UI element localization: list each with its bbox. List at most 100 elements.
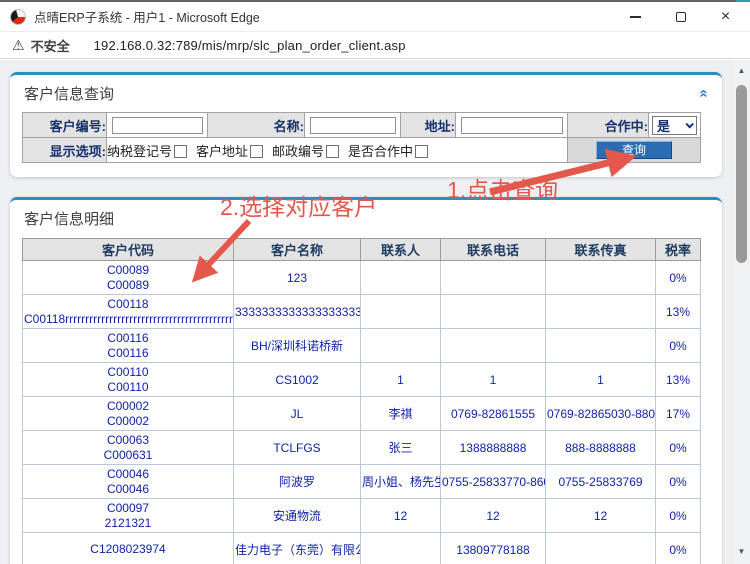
cell-customer-name[interactable]: 佳力电子（东莞）有限公司 <box>234 533 361 564</box>
detail-panel-header: 客户信息明细 <box>10 200 722 229</box>
cell-tax-rate[interactable]: 0% <box>656 499 701 533</box>
cell-contact[interactable] <box>361 261 441 295</box>
query-panel: 客户信息查询 « 客户编号: 名称: 地址: 合作中: <box>10 72 722 177</box>
security-label[interactable]: 不安全 <box>31 36 70 55</box>
table-row[interactable]: C00002C00002JL李祺0769-828615550769-828650… <box>23 397 701 431</box>
window-title: 点晴ERP子系统 - 用户1 - Microsoft Edge <box>34 7 260 26</box>
cell-contact[interactable] <box>361 329 441 363</box>
display-options: 纳税登记号客户地址邮政编号是否合作中 <box>107 138 568 163</box>
cell-customer-name[interactable]: 阿波罗 <box>234 465 361 499</box>
cell-phone[interactable]: 1388888888 <box>441 431 546 465</box>
cell-phone[interactable] <box>441 295 546 329</box>
collapse-panel-icon[interactable]: « <box>695 89 712 97</box>
cell-fax[interactable]: 888-8888888 <box>546 431 656 465</box>
cell-phone[interactable]: 0755-25833770-860 <box>441 465 546 499</box>
name-label: 名称: <box>208 113 305 138</box>
cell-customer-code[interactable]: C1208023974 <box>23 533 234 564</box>
display-option-checkbox[interactable] <box>250 145 263 158</box>
customer-code-input[interactable] <box>112 117 203 134</box>
display-option-label: 邮政编号 <box>272 144 324 159</box>
cell-fax[interactable]: 12 <box>546 499 656 533</box>
cell-phone[interactable]: 1 <box>441 363 546 397</box>
cell-phone[interactable]: 0769-82861555 <box>441 397 546 431</box>
query-form-row-2: 显示选项: 纳税登记号客户地址邮政编号是否合作中 查询 <box>23 138 701 163</box>
close-button[interactable]: × <box>703 2 748 31</box>
cell-fax[interactable] <box>546 329 656 363</box>
cell-customer-code[interactable]: C00002C00002 <box>23 397 234 431</box>
address-input[interactable] <box>461 117 563 134</box>
cell-customer-code[interactable]: C00063C000631 <box>23 431 234 465</box>
cell-fax[interactable]: 1 <box>546 363 656 397</box>
cell-customer-name[interactable]: CS1002 <box>234 363 361 397</box>
cell-contact[interactable]: 12 <box>361 499 441 533</box>
cell-fax[interactable]: 0769-82865030-880 <box>546 397 656 431</box>
cell-customer-name[interactable]: JL <box>234 397 361 431</box>
cell-fax[interactable] <box>546 261 656 295</box>
header-fax: 联系传真 <box>546 239 656 261</box>
cell-customer-name[interactable]: 3333333333333333333333 <box>234 295 361 329</box>
cell-customer-name[interactable]: 123 <box>234 261 361 295</box>
name-input[interactable] <box>310 117 396 134</box>
cell-phone[interactable] <box>441 261 546 295</box>
cell-fax[interactable]: 0755-25833769 <box>546 465 656 499</box>
display-option-checkbox[interactable] <box>415 145 428 158</box>
scroll-up-icon[interactable]: ▲ <box>733 66 750 75</box>
address-label: 地址: <box>401 113 456 138</box>
table-row[interactable]: C00063C000631TCLFGS张三1388888888888-88888… <box>23 431 701 465</box>
cell-customer-code[interactable]: C00089C00089 <box>23 261 234 295</box>
cell-contact[interactable] <box>361 295 441 329</box>
cell-tax-rate[interactable]: 0% <box>656 261 701 295</box>
maximize-button[interactable] <box>658 2 703 31</box>
cooperation-selected-value: 是 <box>657 116 670 135</box>
cell-customer-code[interactable]: C00046C00046 <box>23 465 234 499</box>
table-row[interactable]: C00046C00046阿波罗周小姐、杨先生0755-25833770-8600… <box>23 465 701 499</box>
cell-customer-code[interactable]: C000972121321 <box>23 499 234 533</box>
table-row[interactable]: C00089C00089123 0% <box>23 261 701 295</box>
display-option-label: 纳税登记号 <box>107 144 172 159</box>
cell-contact[interactable]: 张三 <box>361 431 441 465</box>
cell-customer-code[interactable]: C00116C00116 <box>23 329 234 363</box>
cooperation-select[interactable]: 是 <box>652 116 697 135</box>
cooperation-label: 合作中: <box>568 113 649 138</box>
cell-contact[interactable]: 1 <box>361 363 441 397</box>
display-option-checkbox[interactable] <box>174 145 187 158</box>
table-row[interactable]: C1208023974佳力电子（东莞）有限公司 13809778188 0% <box>23 533 701 564</box>
cell-customer-code[interactable]: C00118C00118rrrrrrrrrrrrrrrrrrrrrrrrrrrr… <box>23 295 234 329</box>
cell-phone[interactable]: 12 <box>441 499 546 533</box>
table-row[interactable]: C00110C00110CS100211113% <box>23 363 701 397</box>
cell-phone[interactable]: 13809778188 <box>441 533 546 564</box>
scrollbar[interactable]: ▲ ▼ <box>733 60 750 564</box>
cell-customer-name[interactable]: BH/深圳科诺桥新 <box>234 329 361 363</box>
table-row[interactable]: C00116C00116BH/深圳科诺桥新 0% <box>23 329 701 363</box>
cell-customer-code[interactable]: C00110C00110 <box>23 363 234 397</box>
table-row[interactable]: C00118C00118rrrrrrrrrrrrrrrrrrrrrrrrrrrr… <box>23 295 701 329</box>
cell-tax-rate[interactable]: 17% <box>656 397 701 431</box>
cell-tax-rate[interactable]: 13% <box>656 363 701 397</box>
maximize-icon <box>676 12 686 22</box>
cell-phone[interactable] <box>441 329 546 363</box>
cell-tax-rate[interactable]: 0% <box>656 329 701 363</box>
cell-customer-name[interactable]: TCLFGS <box>234 431 361 465</box>
query-button-cell: 查询 <box>568 138 701 163</box>
cell-customer-name[interactable]: 安通物流 <box>234 499 361 533</box>
minimize-button[interactable] <box>613 2 658 31</box>
cell-contact[interactable]: 周小姐、杨先生 <box>361 465 441 499</box>
cell-tax-rate[interactable]: 0% <box>656 465 701 499</box>
scrollbar-thumb[interactable] <box>736 85 747 263</box>
display-option-checkbox[interactable] <box>326 145 339 158</box>
cell-tax-rate[interactable]: 0% <box>656 533 701 564</box>
table-row[interactable]: C000972121321安通物流1212120% <box>23 499 701 533</box>
cell-tax-rate[interactable]: 13% <box>656 295 701 329</box>
scroll-down-icon[interactable]: ▼ <box>733 547 750 556</box>
cell-contact[interactable]: 李祺 <box>361 397 441 431</box>
query-button[interactable]: 查询 <box>596 141 672 159</box>
url-text[interactable]: 192.168.0.32:789/mis/mrp/slc_plan_order_… <box>94 38 406 53</box>
chevron-down-icon <box>685 120 693 128</box>
customer-table-body: C00089C00089123 0% C00118C00118rrrrrrrrrrr… <box>23 261 701 564</box>
cell-fax[interactable] <box>546 295 656 329</box>
cell-fax[interactable] <box>546 533 656 564</box>
detail-panel-title: 客户信息明细 <box>24 208 114 229</box>
address-bar: ⚠ 不安全 192.168.0.32:789/mis/mrp/slc_plan_… <box>0 31 750 59</box>
cell-contact[interactable] <box>361 533 441 564</box>
cell-tax-rate[interactable]: 0% <box>656 431 701 465</box>
